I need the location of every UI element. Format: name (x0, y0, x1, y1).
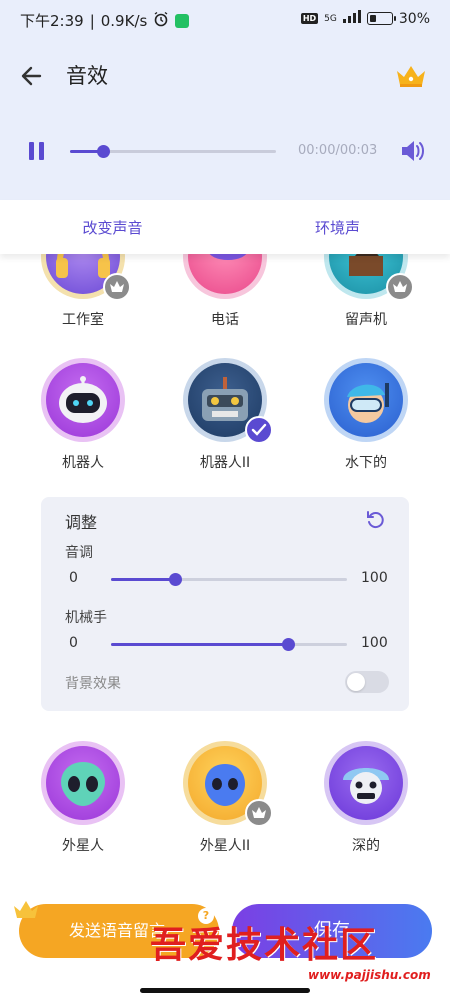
tab-change-voice[interactable]: 改变声音 (0, 200, 225, 254)
effect-alien[interactable]: 外星人 (23, 741, 143, 855)
arrow-left-icon (21, 66, 42, 86)
effect-label: 工作室 (62, 312, 104, 328)
battery-percent: 30% (398, 10, 430, 27)
checkmark-icon (251, 423, 267, 436)
effect-alien-ii[interactable]: 外星人II (165, 741, 285, 855)
avatar (324, 254, 414, 301)
deep-icon (329, 746, 403, 820)
header-panel: 下午2:39 | 0.9K/s HD 5G 30% 音效 00:00/00:03 (0, 0, 450, 200)
effect-label: 机器人 (62, 455, 104, 471)
avatar (41, 358, 125, 442)
battery-icon (366, 12, 396, 25)
effect-label: 深的 (352, 838, 380, 854)
back-button[interactable] (18, 62, 46, 90)
effect-label: 机器人II (199, 455, 251, 471)
pause-bar-left (29, 142, 34, 160)
avatar (183, 254, 267, 299)
progress-thumb[interactable] (96, 145, 110, 158)
crown-icon (110, 281, 124, 292)
lock-badge (386, 273, 414, 301)
effect-label: 外星人 (62, 838, 104, 854)
effect-robot[interactable]: 机器人 (23, 358, 143, 472)
status-bar: 下午2:39 | 0.9K/s HD 5G 30% (0, 0, 450, 40)
status-right: HD 5G 30% (300, 10, 430, 27)
avatar (183, 358, 273, 444)
avatar (41, 254, 131, 301)
robot-icon (46, 363, 120, 437)
mechanical-min: 0 (69, 635, 78, 651)
pause-button[interactable] (26, 140, 48, 162)
avatar (324, 358, 408, 442)
effect-label: 外星人II (199, 838, 251, 854)
pitch-max: 100 (361, 570, 388, 586)
screen: 下午2:39 | 0.9K/s HD 5G 30% 音效 00:00/00:03… (0, 0, 450, 1000)
effect-label: 电话 (211, 312, 239, 328)
volume-button[interactable] (400, 139, 426, 163)
adjust-panel: 调整 音调 0 100 机械手 0 100 背景效果 (41, 497, 409, 711)
battery-fill (369, 15, 376, 22)
effect-label: 留声机 (345, 312, 387, 328)
effect-gramophone[interactable]: 留声机 (306, 254, 426, 329)
lock-badge (245, 799, 273, 827)
audio-player: 00:00/00:03 (0, 132, 450, 172)
selected-badge (245, 416, 273, 444)
avatar (183, 741, 273, 827)
tab-bar: 改变声音 环境声 (0, 200, 450, 254)
adjust-title: 调整 (65, 513, 98, 532)
toggle-knob (347, 673, 365, 691)
background-effect-toggle[interactable] (345, 671, 389, 693)
pause-bar-right (39, 142, 44, 160)
alarm-icon (153, 11, 169, 31)
vip-button[interactable] (394, 62, 428, 90)
mechanical-max: 100 (361, 635, 388, 651)
lock-badge (103, 273, 131, 301)
progress-slider[interactable] (70, 145, 276, 158)
effect-deep[interactable]: 深的 (306, 741, 426, 855)
watermark-url: www.pajjishu.com (308, 968, 431, 982)
status-divider: | (89, 11, 95, 30)
speaker-icon (402, 141, 424, 161)
mechanical-slider[interactable] (111, 638, 347, 651)
playback-time: 00:00/00:03 (298, 143, 378, 158)
mechanical-thumb[interactable] (282, 638, 295, 651)
network-speed: 0.9K/s (100, 11, 148, 30)
avatar (41, 741, 125, 825)
crown-icon (397, 66, 425, 87)
reset-icon (367, 511, 384, 529)
home-indicator[interactable] (140, 988, 310, 993)
status-time: 下午2:39 (20, 12, 84, 30)
crown-icon (14, 901, 38, 918)
background-effect-label: 背景效果 (65, 676, 121, 692)
bottom-bar: 发送语音留言 ? 保存 吾爱技术社区 www.pajjishu.com (0, 880, 450, 1000)
pitch-thumb[interactable] (168, 573, 182, 586)
status-left: 下午2:39 | 0.9K/s (20, 10, 190, 31)
crown-icon (393, 281, 407, 292)
effect-underwater[interactable]: 水下的 (306, 358, 426, 472)
pitch-min: 0 (69, 570, 78, 586)
tab-ambient-sound[interactable]: 环境声 (225, 200, 450, 254)
effect-studio[interactable]: 工作室 (23, 254, 143, 329)
avatar (324, 741, 408, 825)
underwater-icon (329, 363, 403, 437)
crown-icon (252, 807, 266, 818)
effect-phone[interactable]: 电话 (165, 254, 285, 329)
effect-robot-ii[interactable]: 机器人II (165, 358, 285, 472)
app-bar: 音效 (0, 52, 450, 98)
page-title: 音效 (66, 64, 108, 88)
phone-icon (188, 254, 262, 294)
pitch-fill (111, 578, 175, 581)
pitch-slider[interactable] (111, 573, 347, 586)
hd-badge: HD (300, 13, 319, 24)
notification-app-icon (175, 13, 190, 28)
mechanical-fill (111, 643, 288, 646)
watermark: 吾爱技术社区 (150, 924, 379, 966)
pitch-label: 音调 (65, 545, 93, 561)
signal-icon (342, 10, 361, 27)
reset-button[interactable] (365, 509, 387, 531)
alien-icon (46, 746, 120, 820)
mechanical-label: 机械手 (65, 610, 107, 626)
network-type: 5G (324, 13, 337, 24)
effect-label: 水下的 (345, 455, 387, 471)
